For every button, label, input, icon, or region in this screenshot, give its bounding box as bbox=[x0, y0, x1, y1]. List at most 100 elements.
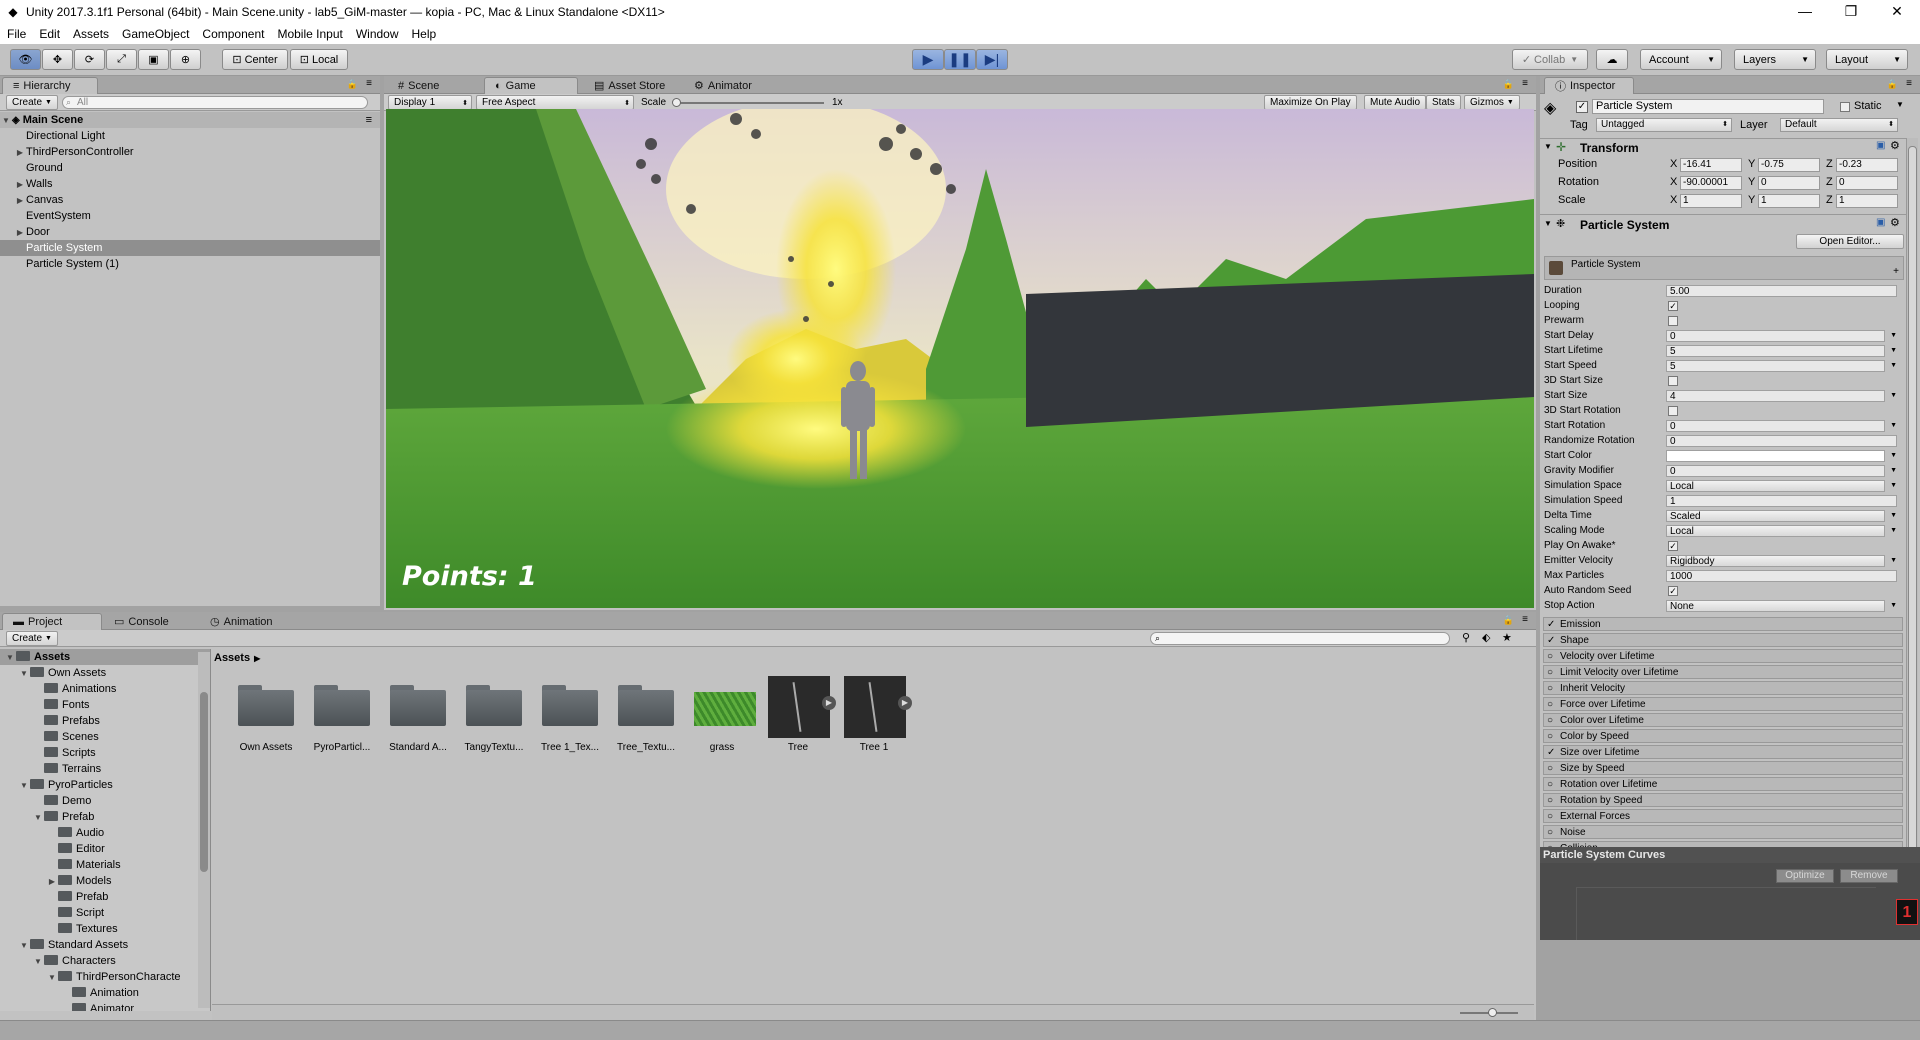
hierarchy-item[interactable]: Ground bbox=[0, 160, 380, 176]
lock-icon[interactable]: 🔒 bbox=[1887, 79, 1898, 90]
star-icon[interactable]: ★ bbox=[1502, 631, 1512, 644]
asset-item[interactable]: Tree_Textu... bbox=[608, 672, 684, 753]
transform-y-field[interactable]: 1 bbox=[1758, 194, 1820, 208]
prop-value-field[interactable]: 0 bbox=[1666, 330, 1885, 342]
project-tree-item[interactable]: Terrains bbox=[0, 761, 210, 777]
chevron-right-icon[interactable]: ▶ bbox=[46, 874, 58, 890]
circle-icon[interactable]: ○ bbox=[1547, 762, 1553, 775]
project-tree-item[interactable]: ▼ PyroParticles bbox=[0, 777, 210, 793]
scale-slider-thumb[interactable] bbox=[672, 98, 681, 107]
chevron-down-icon[interactable]: ▼ bbox=[1890, 328, 1897, 343]
asset-item[interactable]: Own Assets bbox=[228, 672, 304, 753]
scale-tool-button[interactable]: ⤢ bbox=[106, 49, 137, 70]
tab-asset-store[interactable]: ▤ Asset Store bbox=[584, 77, 682, 94]
transform-y-field[interactable]: 0 bbox=[1758, 176, 1820, 190]
inspector-scrollbar-thumb[interactable] bbox=[1908, 146, 1917, 900]
hierarchy-create-button[interactable]: Create ▼ bbox=[6, 95, 58, 110]
tab-inspector[interactable]: ⓘ Inspector bbox=[1544, 77, 1634, 94]
chevron-right-icon[interactable]: ▶ bbox=[14, 145, 26, 161]
project-tree-item[interactable]: ▼ Own Assets bbox=[0, 665, 210, 681]
menu-assets[interactable]: Assets bbox=[73, 27, 109, 41]
prop-value-field[interactable]: 0 bbox=[1666, 465, 1885, 477]
maximize-button[interactable]: ❐ bbox=[1828, 0, 1874, 24]
circle-icon[interactable]: ○ bbox=[1547, 810, 1553, 823]
hierarchy-item[interactable]: Particle System (1) bbox=[0, 256, 380, 272]
open-editor-button[interactable]: Open Editor... bbox=[1796, 234, 1904, 249]
project-tree-item[interactable]: ▼ Characters bbox=[0, 953, 210, 969]
project-tree-item[interactable]: Script bbox=[0, 905, 210, 921]
particle-module-header[interactable]: ○ External Forces bbox=[1543, 809, 1903, 823]
particle-module-header[interactable]: ✓ Size over Lifetime bbox=[1543, 745, 1903, 759]
tab-scene[interactable]: # Scene bbox=[388, 77, 478, 94]
optimize-button[interactable]: Optimize bbox=[1776, 869, 1834, 883]
object-name-field[interactable]: Particle System bbox=[1592, 99, 1824, 114]
rect-tool-button[interactable]: ▣ bbox=[138, 49, 169, 70]
transform-x-field[interactable]: -16.41 bbox=[1680, 158, 1742, 172]
circle-icon[interactable]: ○ bbox=[1547, 698, 1553, 711]
chevron-down-icon[interactable]: ▼ bbox=[32, 810, 44, 826]
plus-icon[interactable]: + bbox=[1893, 266, 1899, 277]
layers-dropdown[interactable]: Layers ▼ bbox=[1734, 49, 1816, 70]
display-dropdown[interactable]: Display 1 ⬍ bbox=[388, 95, 472, 110]
transform-x-field[interactable]: -90.00001 bbox=[1680, 176, 1742, 190]
panel-menu-icon[interactable]: ≡ bbox=[1522, 614, 1528, 625]
tab-animator[interactable]: ⚙ Animator bbox=[684, 77, 776, 94]
prop-value-field[interactable]: 4 bbox=[1666, 390, 1885, 402]
hierarchy-item[interactable]: ▶ Walls bbox=[0, 176, 380, 192]
transform-z-field[interactable]: -0.23 bbox=[1836, 158, 1898, 172]
prop-checkbox[interactable] bbox=[1668, 376, 1678, 386]
prop-checkbox[interactable]: ✓ bbox=[1668, 586, 1678, 596]
chevron-right-icon[interactable]: ▶ bbox=[14, 193, 26, 209]
pause-button[interactable]: ❚❚ bbox=[944, 49, 976, 70]
particle-module-header[interactable]: ○ Rotation over Lifetime bbox=[1543, 777, 1903, 791]
lock-icon[interactable]: 🔒 bbox=[1503, 615, 1514, 626]
circle-icon[interactable]: ○ bbox=[1547, 650, 1553, 663]
particle-module-header[interactable]: ○ Velocity over Lifetime bbox=[1543, 649, 1903, 663]
project-tree-item[interactable]: Animator bbox=[0, 1001, 210, 1011]
gear-icon[interactable]: ⚙ bbox=[1890, 139, 1900, 152]
chevron-right-icon[interactable]: ▶ bbox=[14, 225, 26, 241]
prop-value-field[interactable]: 0 bbox=[1666, 420, 1885, 432]
collab-dropdown[interactable]: ✓ Collab ▼ bbox=[1512, 49, 1588, 70]
prop-value-field[interactable]: 0 bbox=[1666, 435, 1897, 447]
hierarchy-item[interactable]: ▶ Door bbox=[0, 224, 380, 240]
chevron-down-icon[interactable]: ▼ bbox=[18, 938, 30, 954]
circle-icon[interactable]: ○ bbox=[1547, 794, 1553, 807]
pivot-center-button[interactable]: ⊡ Center bbox=[222, 49, 288, 70]
tab-project[interactable]: ▬ Project bbox=[2, 613, 102, 630]
particle-module-header[interactable]: ○ Noise bbox=[1543, 825, 1903, 839]
check-icon[interactable]: ✓ bbox=[1547, 618, 1555, 631]
chevron-down-icon[interactable]: ▼ bbox=[46, 970, 58, 986]
prop-checkbox[interactable] bbox=[1668, 406, 1678, 416]
tab-hierarchy[interactable]: ≡ Hierarchy bbox=[2, 77, 98, 94]
tree-scrollbar-thumb[interactable] bbox=[200, 692, 208, 872]
chevron-down-icon[interactable]: ▼ bbox=[1890, 598, 1897, 613]
circle-icon[interactable]: ○ bbox=[1547, 730, 1553, 743]
menu-gameobject[interactable]: GameObject bbox=[122, 27, 189, 41]
project-tree-item[interactable]: Fonts bbox=[0, 697, 210, 713]
hand-tool-button[interactable]: 👁 bbox=[10, 49, 41, 70]
prop-value-field[interactable]: 5.00 bbox=[1666, 285, 1897, 297]
static-checkbox[interactable] bbox=[1840, 102, 1850, 112]
transform-z-field[interactable]: 0 bbox=[1836, 176, 1898, 190]
project-tree-item[interactable]: Editor bbox=[0, 841, 210, 857]
layout-dropdown[interactable]: Layout ▼ bbox=[1826, 49, 1908, 70]
project-tree-item[interactable]: ▶ Models bbox=[0, 873, 210, 889]
prop-checkbox[interactable] bbox=[1668, 316, 1678, 326]
search-by-type-icon[interactable]: ⚲ bbox=[1462, 631, 1470, 644]
asset-item[interactable]: ▶ Tree 1 bbox=[836, 672, 912, 753]
project-tree-item[interactable]: Animations bbox=[0, 681, 210, 697]
project-create-button[interactable]: Create ▼ bbox=[6, 631, 58, 646]
circle-icon[interactable]: ○ bbox=[1547, 778, 1553, 791]
check-icon[interactable]: ✓ bbox=[1547, 746, 1555, 759]
particle-module-header[interactable]: ○ Force over Lifetime bbox=[1543, 697, 1903, 711]
check-icon[interactable]: ✓ bbox=[1547, 634, 1555, 647]
project-tree-item[interactable]: Scripts bbox=[0, 745, 210, 761]
particle-module-header[interactable]: ✓ Shape bbox=[1543, 633, 1903, 647]
chevron-right-icon[interactable]: ▶ bbox=[14, 177, 26, 193]
help-book-icon[interactable]: ▣ bbox=[1876, 217, 1885, 228]
help-book-icon[interactable]: ▣ bbox=[1876, 140, 1885, 151]
move-tool-button[interactable]: ✥ bbox=[42, 49, 73, 70]
project-tree-item[interactable]: ▼ ThirdPersonCharacte bbox=[0, 969, 210, 985]
stats-toggle[interactable]: Stats bbox=[1426, 95, 1461, 110]
